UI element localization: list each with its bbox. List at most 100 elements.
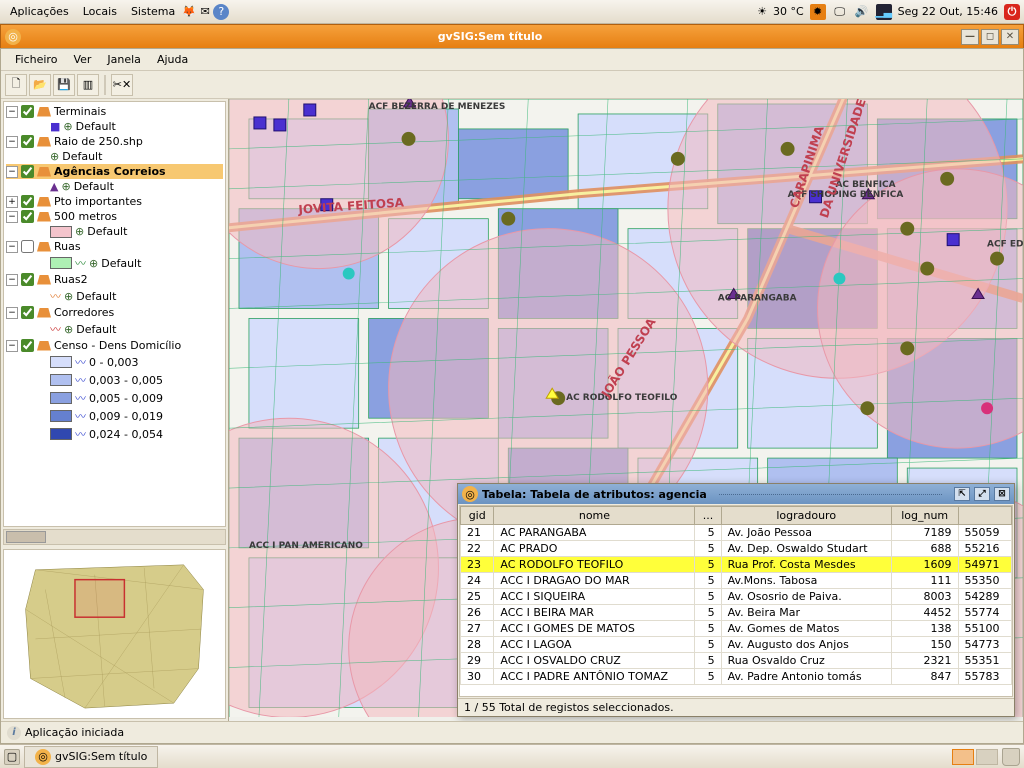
layer-checkbox[interactable] [21, 135, 34, 148]
layer-checkbox[interactable] [21, 165, 34, 178]
table-row[interactable]: 21AC PARANGABA5Av. João Pessoa718955059 [461, 525, 1012, 541]
tray-sysmonitor-icon[interactable]: ▁▃ [876, 4, 892, 20]
attribute-table-grid[interactable]: gidnome...logradourolog_num21AC PARANGAB… [459, 505, 1013, 697]
menu-help[interactable]: Ajuda [151, 51, 194, 68]
trash-icon[interactable] [1002, 748, 1020, 766]
column-header[interactable]: log_num [891, 507, 958, 525]
expand-icon[interactable]: − [6, 211, 18, 223]
table-cell: Av. Padre Antonio tomás [721, 669, 891, 685]
maximize-subwin-button[interactable]: ⤢ [974, 487, 990, 501]
table-cell: 55774 [958, 605, 1011, 621]
minimize-button[interactable]: — [961, 29, 979, 45]
column-header[interactable]: gid [461, 507, 494, 525]
layer-row[interactable]: +Pto importantes [6, 194, 223, 209]
column-header[interactable]: logradouro [721, 507, 891, 525]
table-cell: 5 [695, 621, 721, 637]
layer-style-row[interactable]: ■ ⊕ Default [6, 119, 223, 134]
layer-row[interactable]: −500 metros [6, 209, 223, 224]
layer-checkbox[interactable] [21, 306, 34, 319]
help-icon[interactable]: ? [213, 4, 229, 20]
layer-checkbox[interactable] [21, 339, 34, 352]
layer-row[interactable]: −Ruas2 [6, 272, 223, 287]
clock[interactable]: Seg 22 Out, 15:46 [898, 5, 998, 18]
expand-icon[interactable]: − [6, 307, 18, 319]
attribute-table-titlebar[interactable]: ◎ Tabela: Tabela de atributos: agencia ⇱… [458, 484, 1014, 504]
layer-row[interactable]: −Censo - Dens Domicílio [6, 338, 223, 353]
close-subwin-button[interactable]: ⊠ [994, 487, 1010, 501]
open-button[interactable]: 📂 [29, 74, 51, 96]
table-cell: 28 [461, 637, 494, 653]
table-row[interactable]: 27ACC I GOMES DE MATOS5Av. Gomes de Mato… [461, 621, 1012, 637]
detach-button[interactable]: ⇱ [954, 487, 970, 501]
expand-icon[interactable]: − [6, 136, 18, 148]
layer-row[interactable]: −Corredores [6, 305, 223, 320]
column-header[interactable]: nome [494, 507, 695, 525]
tray-volume-icon[interactable]: 🔊 [854, 4, 870, 20]
column-header[interactable] [958, 507, 1011, 525]
prefs-button[interactable]: ✂✕ [111, 74, 133, 96]
layer-style-row[interactable]: 〰 ⊕ Default [6, 320, 223, 338]
table-row[interactable]: 28ACC I LAGOA5Av. Augusto dos Anjos15054… [461, 637, 1012, 653]
overview-map[interactable] [3, 549, 226, 719]
layer-style-row[interactable]: 〰 ⊕ Default [6, 254, 223, 272]
layer-row[interactable]: −Raio de 250.shp [6, 134, 223, 149]
layer-checkbox[interactable] [21, 195, 34, 208]
table-row[interactable]: 26ACC I BEIRA MAR5Av. Beira Mar445255774 [461, 605, 1012, 621]
expand-icon[interactable]: + [6, 196, 18, 208]
layer-checkbox[interactable] [21, 105, 34, 118]
expand-icon[interactable]: − [6, 274, 18, 286]
table-row[interactable]: 25ACC I SIQUEIRA5Av. Ososrio de Paiva.80… [461, 589, 1012, 605]
expand-icon[interactable]: − [6, 340, 18, 352]
layer-checkbox[interactable] [21, 240, 34, 253]
table-row[interactable]: 30ACC I PADRE ANTÔNIO TOMAZ5Av. Padre An… [461, 669, 1012, 685]
close-button[interactable]: ✕ [1001, 29, 1019, 45]
table-cell: Av. João Pessoa [721, 525, 891, 541]
tray-icon-1[interactable]: ✹ [810, 4, 826, 20]
layer-style-row[interactable]: ⊕ Default [6, 224, 223, 239]
show-desktop-icon[interactable]: ▢ [4, 749, 20, 765]
layer-style-row[interactable]: ▲ ⊕ Default [6, 179, 223, 194]
layer-toc[interactable]: −Terminais■ ⊕ Default−Raio de 250.shp ⊕ … [3, 101, 226, 527]
svg-text:AC PARANGABA: AC PARANGABA [718, 293, 797, 303]
expand-icon[interactable]: − [6, 106, 18, 118]
maximize-button[interactable]: ◻ [981, 29, 999, 45]
table-cell: ACC I GOMES DE MATOS [494, 621, 695, 637]
table-row[interactable]: 24ACC I DRAGAO DO MAR5Av.Mons. Tabosa111… [461, 573, 1012, 589]
table-cell: 55059 [958, 525, 1011, 541]
layer-style-row[interactable]: 〰 ⊕ Default [6, 287, 223, 305]
layer-row[interactable]: −Ruas [6, 239, 223, 254]
map-canvas[interactable]: ACF BEZERRA DE MENEZES AC RODOLFO TEOFIL… [229, 99, 1023, 721]
table-cell: 54971 [958, 557, 1011, 573]
menu-file[interactable]: Ficheiro [9, 51, 63, 68]
taskbar-app-button[interactable]: ◎ gvSIG:Sem título [24, 746, 158, 768]
toolbar: 🗋 📂 💾 ▥ ✂✕ [1, 71, 1023, 99]
workspace-switcher[interactable] [952, 749, 998, 765]
layer-checkbox[interactable] [21, 210, 34, 223]
attribute-table-window[interactable]: ◎ Tabela: Tabela de atributos: agencia ⇱… [457, 483, 1015, 717]
power-button[interactable]: ⏻ [1004, 4, 1020, 20]
layer-row[interactable]: −Terminais [6, 104, 223, 119]
layer-row[interactable]: −Agências Correios [6, 164, 223, 179]
table-row[interactable]: 29ACC I OSVALDO CRUZ5Rua Osvaldo Cruz232… [461, 653, 1012, 669]
layer-icon [37, 341, 51, 351]
table-row[interactable]: 22AC PRADO5Av. Dep. Oswaldo Studart68855… [461, 541, 1012, 557]
column-header[interactable]: ... [695, 507, 721, 525]
menu-window[interactable]: Janela [101, 51, 147, 68]
os-menu-system[interactable]: Sistema [125, 3, 181, 20]
expand-icon[interactable]: − [6, 241, 18, 253]
layer-style-row[interactable]: ⊕ Default [6, 149, 223, 164]
table-cell: 24 [461, 573, 494, 589]
toc-scrollbar[interactable] [3, 529, 226, 545]
layer-checkbox[interactable] [21, 273, 34, 286]
os-menu-apps[interactable]: Aplicações [4, 3, 75, 20]
menu-view[interactable]: Ver [67, 51, 97, 68]
save-button[interactable]: 💾 [53, 74, 75, 96]
expand-icon[interactable]: − [6, 166, 18, 178]
mail-icon[interactable]: ✉ [197, 4, 213, 20]
os-menu-places[interactable]: Locais [77, 3, 123, 20]
firefox-icon[interactable]: 🦊 [181, 4, 197, 20]
table-row[interactable]: 23AC RODOLFO TEOFILO5Rua Prof. Costa Mes… [461, 557, 1012, 573]
new-button[interactable]: 🗋 [5, 74, 27, 96]
export-button[interactable]: ▥ [77, 74, 99, 96]
tray-monitor-icon[interactable]: 🖵 [832, 4, 848, 20]
